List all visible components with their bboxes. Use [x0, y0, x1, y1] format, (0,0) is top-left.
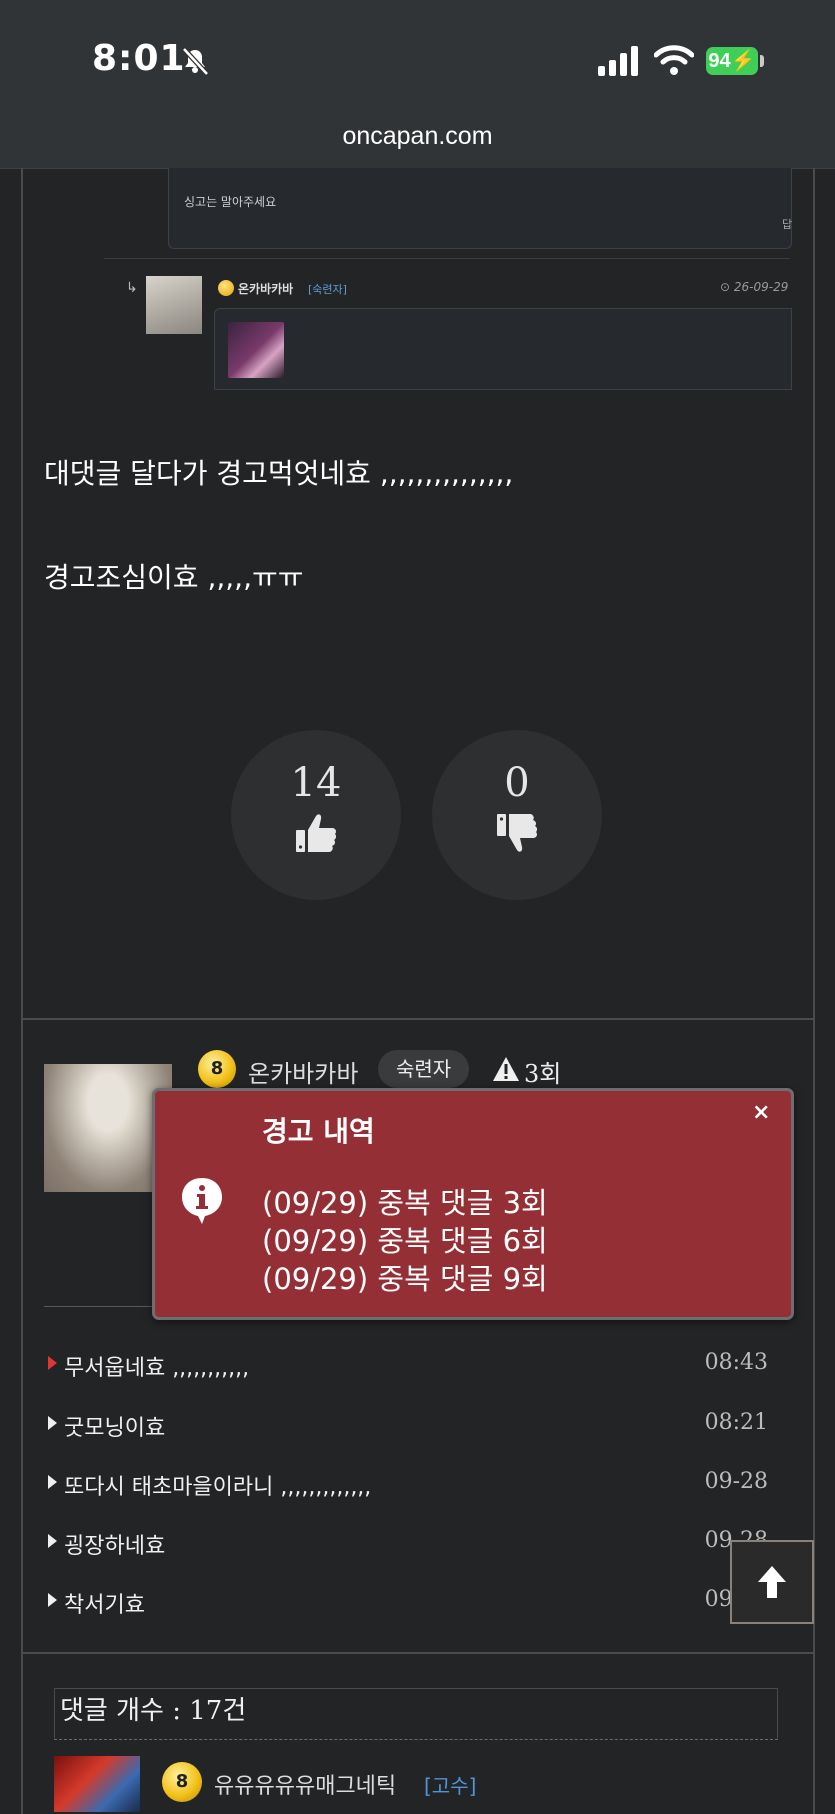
level-number: 8: [210, 1058, 224, 1079]
arrow-up-icon: [758, 1566, 786, 1598]
level-medal-icon: [218, 280, 234, 296]
author-post-title[interactable]: 굉장하네효: [64, 1528, 165, 1560]
caret-right-icon: [48, 1416, 57, 1430]
battery-nub: [760, 55, 764, 67]
embedded-comment-text: 싱고는 말아주세요: [184, 195, 277, 209]
reply-image[interactable]: [228, 322, 284, 378]
thumbs-up-icon: [296, 814, 337, 852]
warning-entry: (09/29) 중복 댓글 3회: [262, 1186, 548, 1220]
upvote-button[interactable]: 14: [231, 730, 401, 900]
caret-right-icon: [48, 1356, 57, 1370]
author-post-title[interactable]: 또다시 태초마을이라니 ,,,,,,,,,,,,,: [64, 1469, 371, 1501]
upvote-count: 14: [290, 760, 342, 806]
downvote-button[interactable]: 0: [432, 730, 602, 900]
reply-level-badge: [숙련자]: [308, 283, 347, 296]
warning-entry: (09/29) 중복 댓글 6회: [262, 1224, 548, 1258]
commenter-avatar[interactable]: [54, 1756, 140, 1812]
info-bubble-icon: [182, 1178, 222, 1224]
reply-avatar: [146, 276, 202, 334]
scroll-to-top-button[interactable]: [730, 1540, 814, 1624]
embedded-comment-side: 답: [782, 218, 793, 231]
divider: [104, 258, 790, 259]
level-medal-icon: 8: [162, 1762, 202, 1802]
reply-date: ⊙ 26-09-29: [720, 280, 788, 294]
silent-bell-icon: [182, 47, 209, 76]
commenter-nickname[interactable]: 유유유유유매그네틱: [214, 1768, 396, 1800]
warning-count[interactable]: 3회: [524, 1054, 561, 1089]
author-post-time: 08:43: [704, 1350, 768, 1375]
author-level-badge: 숙련자: [378, 1050, 470, 1088]
close-icon[interactable]: ×: [752, 1100, 770, 1125]
downvote-count: 0: [504, 760, 530, 806]
reply-arrow-icon: ↳: [126, 280, 138, 296]
popup-title: 경고 내역: [262, 1115, 375, 1148]
warning-icon[interactable]: [492, 1056, 520, 1082]
warning-entry: (09/29) 중복 댓글 9회: [262, 1262, 548, 1296]
author-post-time: 08:21: [704, 1410, 768, 1435]
clock-icon: ⊙: [720, 280, 734, 294]
post-paragraph: 경고조심이효 ,,,,,ㅠㅠ: [44, 561, 304, 594]
battery-level: 94: [708, 50, 731, 72]
reply-content-box: [214, 308, 792, 390]
battery-indicator: 94⚡: [706, 47, 758, 75]
caret-right-icon: [48, 1475, 57, 1489]
author-post-item[interactable]: 무서웁네효 ,,,,,,,,,,, 08:43: [48, 1350, 768, 1382]
caret-right-icon: [48, 1534, 57, 1548]
level-number: 8: [175, 1771, 189, 1792]
author-post-item[interactable]: 또다시 태초마을이라니 ,,,,,,,,,,,,, 09-28: [48, 1469, 768, 1501]
author-post-item[interactable]: 굿모닝이효 08:21: [48, 1410, 768, 1442]
status-time: 8:01: [92, 38, 186, 79]
author-post-item[interactable]: 굉장하네효 09-28: [48, 1528, 768, 1560]
author-post-time: 09-28: [704, 1469, 768, 1494]
commenter-level-badge: [고수]: [424, 1774, 477, 1798]
author-nickname[interactable]: 온카바카바: [248, 1054, 358, 1089]
reply-date-text: 26-09-29: [733, 280, 789, 294]
author-post-title[interactable]: 무서웁네효 ,,,,,,,,,,,: [64, 1350, 249, 1382]
comment-count: 댓글 개수 : 17건: [60, 1696, 247, 1726]
address-bar-url[interactable]: oncapan.com: [0, 122, 835, 151]
signal-icon: [598, 46, 638, 76]
post-paragraph: 대댓글 달다가 경고먹엇네효 ,,,,,,,,,,,,,,,: [44, 457, 514, 490]
author-post-item[interactable]: 착서기효 09-28: [48, 1587, 768, 1619]
author-post-title[interactable]: 착서기효: [64, 1587, 145, 1619]
wifi-icon: [654, 45, 694, 75]
thumbs-down-icon: [497, 814, 538, 852]
author-post-title[interactable]: 굿모닝이효: [64, 1410, 165, 1442]
caret-right-icon: [48, 1593, 57, 1607]
reply-nickname[interactable]: 온카바카바: [238, 280, 293, 297]
